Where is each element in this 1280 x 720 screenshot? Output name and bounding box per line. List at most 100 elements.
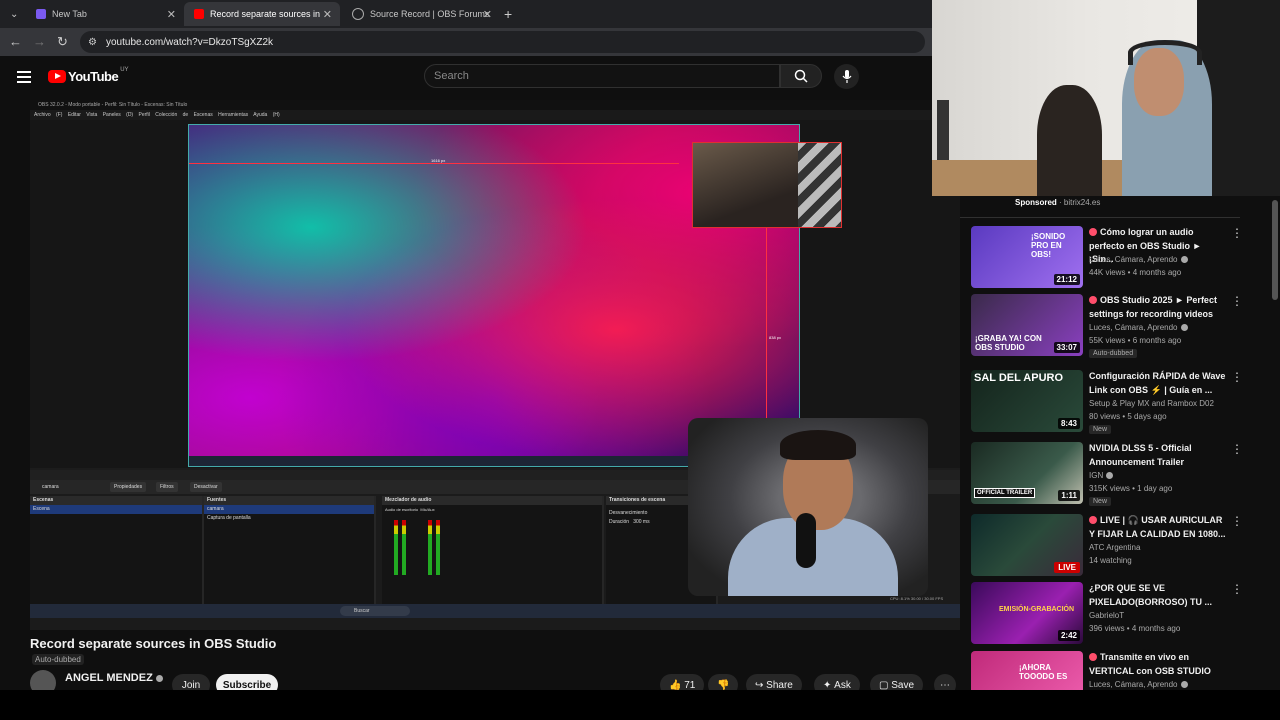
tab-label: Source Record | OBS Forums bbox=[370, 9, 490, 19]
more-horizontal-icon: ⋯ bbox=[940, 679, 950, 691]
browser-tab-strip: ⌄ New Tab ✕ Record separate sources in O… bbox=[0, 0, 932, 28]
tab-record-separate-sources[interactable]: Record separate sources in OBS ✕ bbox=[184, 2, 340, 26]
headphones-icon bbox=[1128, 40, 1202, 65]
channel-name[interactable]: IGN bbox=[1089, 471, 1114, 480]
back-arrow-icon[interactable]: ← bbox=[9, 34, 22, 49]
video-title[interactable]: NVIDIA DLSS 5 - Official Announcement Tr… bbox=[1089, 442, 1227, 469]
video-title[interactable]: Transmite en vivo en VERTICAL con OSB ST… bbox=[1089, 651, 1227, 678]
recommendation-item[interactable]: LIVE LIVE | 🎧 USAR AURICULAR Y FIJAR LA … bbox=[971, 514, 1271, 578]
camera-source-image bbox=[693, 143, 798, 227]
tab-new-tab[interactable]: New Tab ✕ bbox=[26, 2, 184, 26]
new-badge: New bbox=[1089, 425, 1112, 434]
thumbnail-text: SAL DEL APURO bbox=[974, 372, 1064, 384]
room-camera-feed bbox=[932, 0, 1280, 196]
sources-header: Fuentes bbox=[204, 496, 374, 505]
close-tab-icon[interactable]: ✕ bbox=[483, 8, 492, 21]
channel-name-text: Luces, Cámara, Aprendo bbox=[1089, 323, 1178, 332]
recommendation-item[interactable]: ¡SONIDO PRO EN OBS! 21:12 Cómo lograr un… bbox=[971, 226, 1271, 290]
more-options-icon[interactable]: ⋮ bbox=[1231, 515, 1243, 527]
forward-arrow-icon[interactable]: → bbox=[33, 34, 46, 49]
video-title[interactable]: Configuración RÁPIDA de Wave Link con OB… bbox=[1089, 370, 1227, 397]
microphone-icon bbox=[842, 69, 851, 83]
tab-label: New Tab bbox=[52, 9, 87, 19]
verified-check-icon bbox=[1180, 256, 1188, 263]
sponsored-domain: bitrix24.es bbox=[1063, 198, 1101, 207]
more-options-icon[interactable]: ⋮ bbox=[1231, 443, 1243, 455]
recommendation-item[interactable]: SAL DEL APURO 8:43 Configuración RÁPIDA … bbox=[971, 370, 1271, 434]
source-item-camara[interactable]: camara bbox=[204, 505, 374, 514]
more-options-icon[interactable]: ⋮ bbox=[1231, 295, 1243, 307]
channel-name[interactable]: GabrieloT bbox=[1089, 611, 1124, 620]
recommendation-item[interactable]: OFFICIAL TRAILER 1:11 NVIDIA DLSS 5 - Of… bbox=[971, 442, 1271, 506]
close-tab-icon[interactable]: ✕ bbox=[167, 8, 176, 21]
measure-height-label: 838 px bbox=[769, 335, 782, 340]
more-options-icon[interactable]: ⋮ bbox=[1231, 371, 1243, 383]
youtube-wordmark: YouTube bbox=[68, 69, 119, 84]
reload-icon[interactable]: ↻ bbox=[57, 34, 68, 50]
audio-mixer-panel: Mezclador de audio Audio de escritorio M… bbox=[382, 496, 604, 604]
sponsored-row[interactable]: Sponsored · bitrix24.es bbox=[960, 196, 1240, 218]
video-thumbnail[interactable]: OFFICIAL TRAILER 1:11 bbox=[971, 442, 1083, 504]
recommendation-item[interactable]: ¡GRABA YA! CON OBS STUDIO 33:07 OBS Stud… bbox=[971, 294, 1271, 358]
channel-name[interactable]: Luces, Cámara, Aprendo bbox=[1089, 323, 1188, 332]
video-meta: 80 views • 5 days ago bbox=[1089, 412, 1167, 421]
verified-check-icon bbox=[1106, 472, 1114, 479]
obs-window-title: OBS 32.0.2 - Modo portable - Perfil: Sin… bbox=[30, 100, 938, 110]
video-meta: 55K views • 6 months ago bbox=[1089, 336, 1182, 345]
video-thumbnail[interactable]: EMISIÓN-GRABACIÓN 2:42 bbox=[971, 582, 1083, 644]
filters-button[interactable]: Filtros bbox=[156, 482, 178, 492]
bottom-black-bar bbox=[0, 690, 1280, 720]
more-options-icon[interactable]: ⋮ bbox=[1231, 227, 1243, 239]
voice-search-button[interactable] bbox=[834, 64, 859, 89]
streamer-microphone bbox=[796, 513, 816, 568]
sidebar-scrollbar[interactable] bbox=[1272, 200, 1278, 300]
scenes-panel: Escenas Escena bbox=[30, 496, 204, 604]
search-placeholder: Search bbox=[434, 70, 469, 82]
video-title[interactable]: LIVE | 🎧 USAR AURICULAR Y FIJAR LA CALID… bbox=[1089, 514, 1227, 541]
video-thumbnail[interactable]: SAL DEL APURO 8:43 bbox=[971, 370, 1083, 432]
new-tab-button[interactable]: + bbox=[504, 2, 524, 26]
verified-check-icon bbox=[1180, 681, 1188, 688]
video-thumbnail[interactable]: ¡GRABA YA! CON OBS STUDIO 33:07 bbox=[971, 294, 1083, 356]
live-dot-icon bbox=[1089, 516, 1097, 524]
more-options-icon[interactable]: ⋮ bbox=[1231, 583, 1243, 595]
source-item-capture[interactable]: Captura de pantalla bbox=[204, 514, 374, 523]
menu-hamburger-icon[interactable] bbox=[17, 71, 31, 83]
search-input[interactable]: Search bbox=[424, 64, 780, 88]
chevron-down-icon: ⌄ bbox=[10, 8, 19, 20]
channel-name[interactable]: Setup & Play MX and Rambox D02 bbox=[1089, 399, 1214, 408]
windows-search-box: Buscar bbox=[340, 606, 410, 616]
youtube-logo[interactable]: YouTube UY bbox=[48, 66, 129, 84]
channel-name-main[interactable]: ANGEL MENDEZ bbox=[65, 672, 163, 684]
share-icon: ↪ bbox=[755, 679, 767, 691]
channel-name-text: ANGEL MENDEZ bbox=[65, 672, 153, 684]
tab-obs-forums[interactable]: Source Record | OBS Forums ✕ bbox=[342, 2, 500, 26]
site-info-icon[interactable]: ⚙ bbox=[88, 37, 100, 48]
mixer-header: Mezclador de audio bbox=[382, 496, 602, 505]
channel-name-text: IGN bbox=[1089, 471, 1104, 480]
video-thumbnail[interactable]: ¡SONIDO PRO EN OBS! 21:12 bbox=[971, 226, 1083, 288]
video-thumbnail[interactable]: LIVE bbox=[971, 514, 1083, 576]
scene-item[interactable]: Escena bbox=[30, 505, 202, 514]
duration-label: Duración bbox=[609, 519, 630, 525]
channel-name[interactable]: ATC Argentina bbox=[1089, 543, 1140, 552]
video-title[interactable]: ¿POR QUE SE VE PIXELADO(BORROSO) TU ... bbox=[1089, 582, 1227, 609]
address-bar[interactable]: ⚙ youtube.com/watch?v=DkzoTSgXZ2k bbox=[80, 31, 925, 53]
thumbnail-text: ¡GRABA YA! CON OBS STUDIO bbox=[975, 334, 1042, 352]
country-code: UY bbox=[120, 66, 129, 73]
recommendation-item[interactable]: EMISIÓN-GRABACIÓN 2:42 ¿POR QUE SE VE PI… bbox=[971, 582, 1271, 646]
channel-name[interactable]: Luces, Cámara, Aprendo bbox=[1089, 680, 1188, 689]
podcast-dot-icon bbox=[1089, 296, 1097, 304]
close-tab-icon[interactable]: ✕ bbox=[323, 8, 332, 21]
video-meta: 315K views • 1 day ago bbox=[1089, 484, 1173, 493]
channel-name[interactable]: Luces, Cámara, Aprendo bbox=[1089, 255, 1188, 264]
deactivate-button[interactable]: Desactivar bbox=[190, 482, 222, 492]
video-duration: 8:43 bbox=[1057, 418, 1080, 429]
search-button[interactable] bbox=[780, 64, 822, 88]
video-title-text: LIVE | 🎧 USAR AURICULAR Y FIJAR LA CALID… bbox=[1089, 515, 1226, 539]
video-title-text: Transmite en vivo en VERTICAL con OSB ST… bbox=[1089, 652, 1211, 676]
thumbs-down-icon: 👎 bbox=[717, 679, 730, 691]
bookmark-icon: ▢ bbox=[879, 679, 892, 691]
properties-button[interactable]: Propiedades bbox=[110, 482, 147, 492]
video-title[interactable]: OBS Studio 2025 ► Perfect settings for r… bbox=[1089, 294, 1227, 321]
